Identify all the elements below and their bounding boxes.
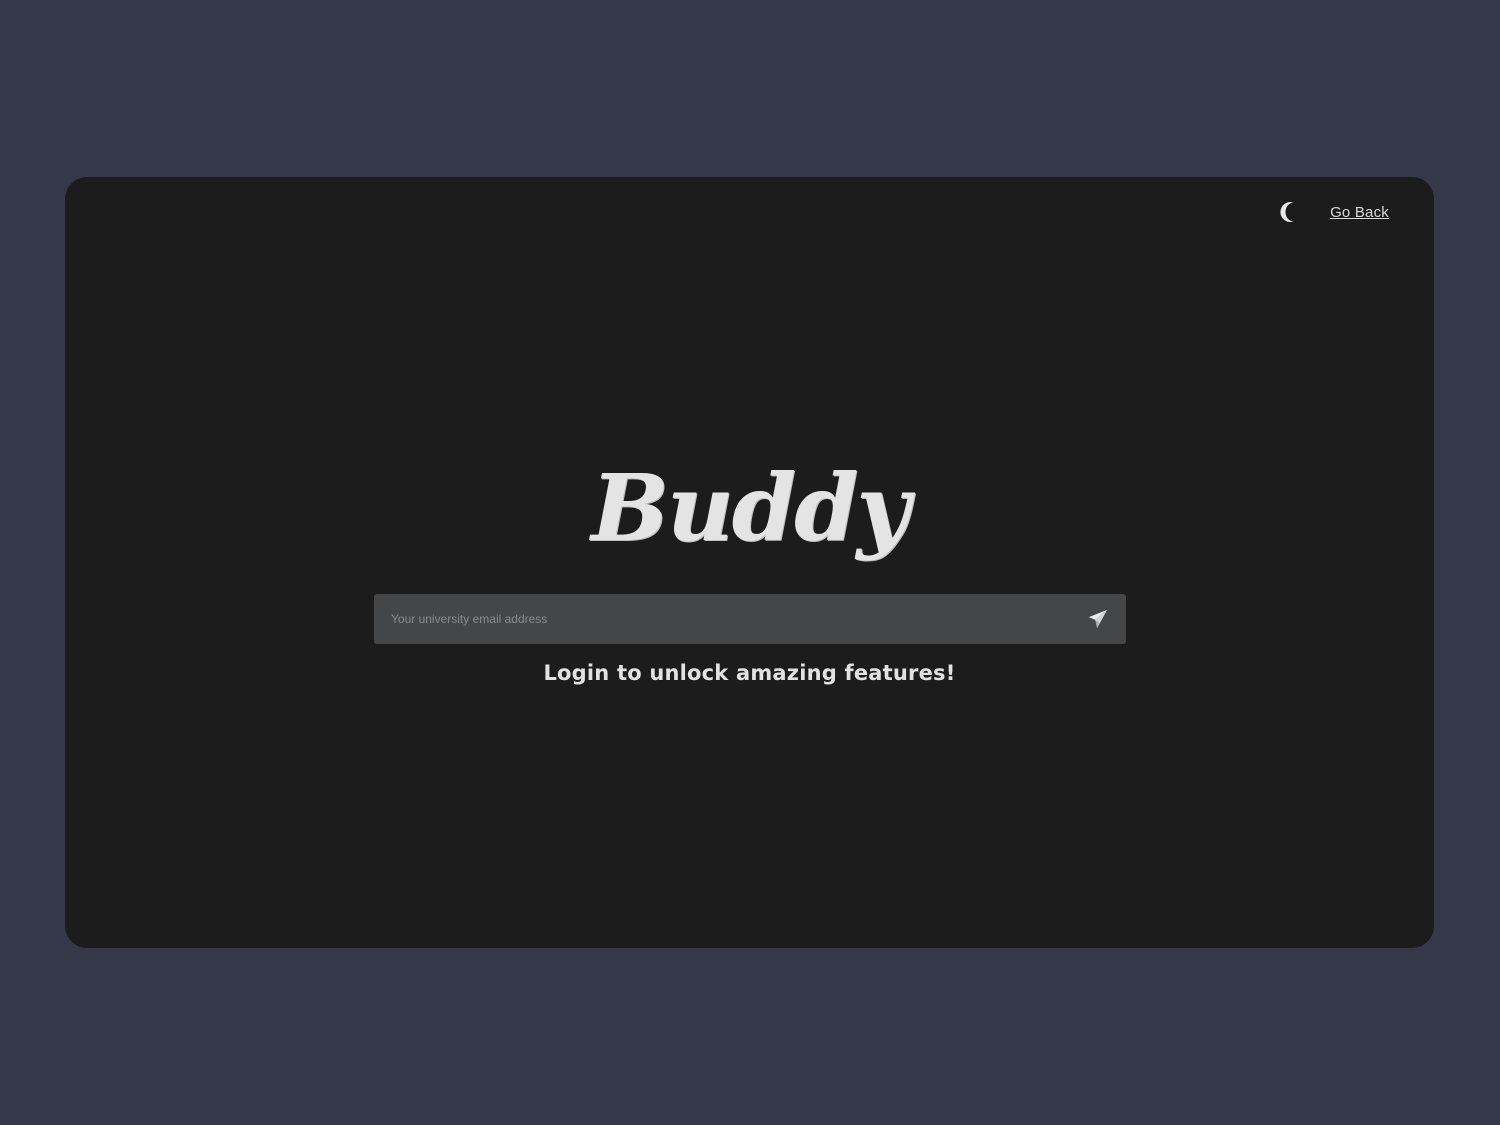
theme-toggle-button[interactable] bbox=[1278, 199, 1302, 225]
email-form bbox=[374, 594, 1126, 644]
top-bar: Go Back bbox=[1278, 199, 1389, 225]
email-input[interactable] bbox=[391, 594, 1085, 644]
send-button[interactable] bbox=[1085, 606, 1111, 632]
paper-plane-icon bbox=[1088, 609, 1108, 629]
go-back-link[interactable]: Go Back bbox=[1330, 204, 1389, 221]
buddy-logo: Buddy bbox=[591, 454, 910, 562]
moon-icon bbox=[1280, 202, 1294, 222]
login-tagline: Login to unlock amazing features! bbox=[543, 661, 956, 685]
login-panel: Go Back Buddy Login to unlock amazing fe… bbox=[65, 177, 1434, 948]
